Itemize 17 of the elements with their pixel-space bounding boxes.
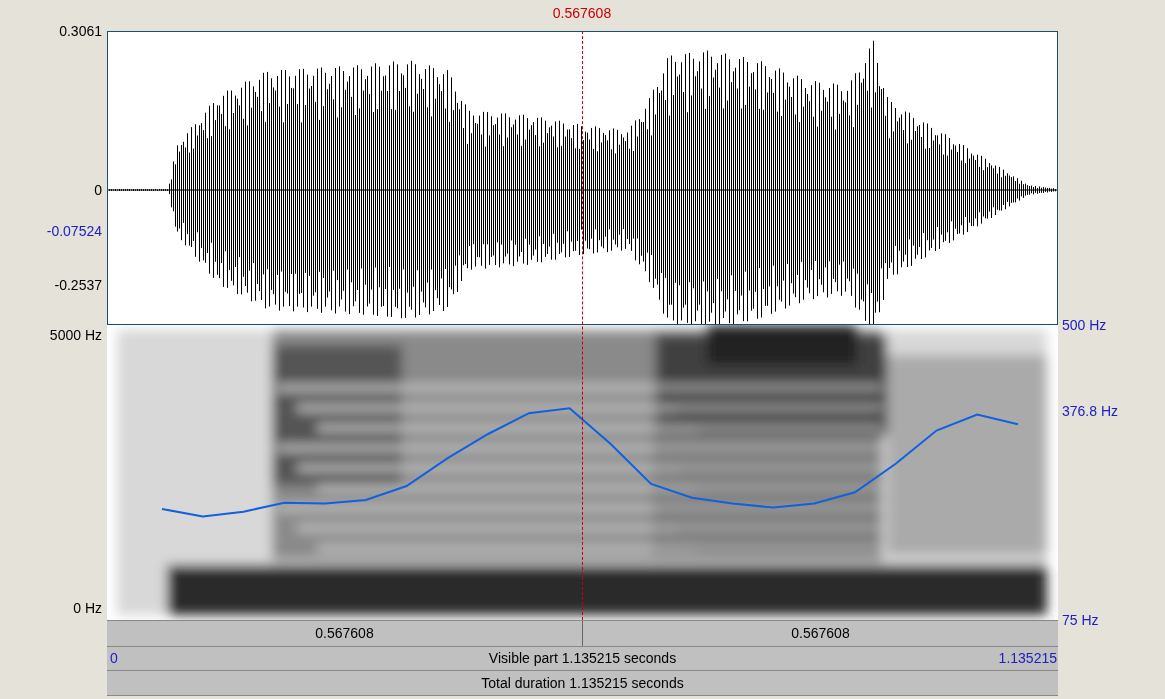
axis-label: 75 Hz xyxy=(1062,613,1099,627)
time-segment[interactable]: 0.567608 xyxy=(107,621,583,646)
axis-label: 376.8 Hz xyxy=(1062,403,1119,418)
axis-label: 0 xyxy=(94,183,102,197)
visible-part-bar[interactable]: 0 Visible part 1.135215 seconds 1.135215 xyxy=(107,646,1058,671)
axis-label: -0.2537 xyxy=(54,278,102,292)
axis-label: -0.07524 xyxy=(46,224,102,238)
end-time: 1.135215 xyxy=(998,649,1057,668)
axis-label: 5000 Hz xyxy=(49,328,102,342)
start-time: 0 xyxy=(110,649,118,668)
cursor-time: 0.567608 xyxy=(552,6,612,20)
time-segment[interactable]: 0.567608 xyxy=(583,621,1058,646)
axis-label: 0 Hz xyxy=(73,601,102,615)
visible-part-label: Visible part 1.135215 seconds xyxy=(488,649,677,668)
axis-label: 500 Hz xyxy=(1062,318,1107,332)
total-duration-bar[interactable]: Total duration 1.135215 seconds xyxy=(107,671,1058,696)
axis-label: 0.3061 xyxy=(59,24,102,38)
